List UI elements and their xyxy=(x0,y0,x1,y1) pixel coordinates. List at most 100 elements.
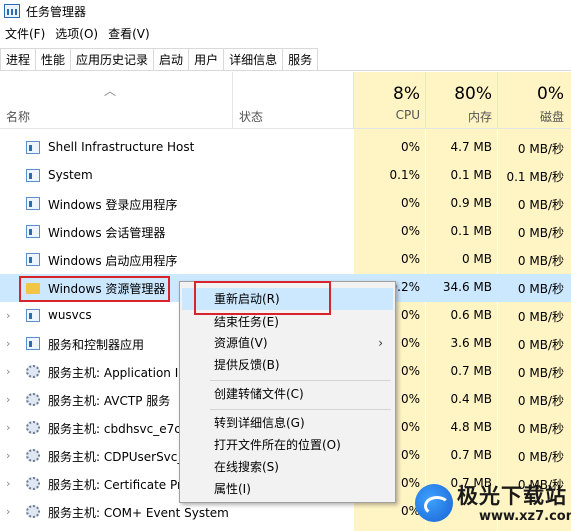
watermark-url: www.xz7.com xyxy=(479,509,571,524)
menu-item-go-to-details[interactable]: 转到详细信息(G) xyxy=(182,412,393,434)
process-memory: 0.6 MB xyxy=(450,308,492,322)
table-row[interactable]: Windows 启动应用程序 0% 0 MB 0 MB/秒 xyxy=(0,246,571,274)
tab-performance[interactable]: 性能 xyxy=(35,48,72,70)
submenu-arrow-icon: › xyxy=(378,336,383,350)
process-name: 服务主机: AVCTP 服务 xyxy=(48,394,171,408)
expand-chevron-icon[interactable]: › xyxy=(6,477,10,490)
window-app-icon xyxy=(26,169,40,182)
window-app-icon xyxy=(26,141,40,154)
process-memory: 0.1 MB xyxy=(450,224,492,238)
expand-chevron-icon[interactable]: › xyxy=(6,449,10,462)
table-row[interactable]: Windows 会话管理器 0% 0.1 MB 0 MB/秒 xyxy=(0,218,571,246)
column-memory[interactable]: 内存 xyxy=(428,108,492,125)
process-disk: 0 MB/秒 xyxy=(517,450,564,464)
process-memory: 0.9 MB xyxy=(450,196,492,210)
expand-chevron-icon[interactable]: › xyxy=(6,365,10,378)
watermark: 极光下载站 www.xz7.com xyxy=(405,474,571,531)
gear-icon xyxy=(26,477,40,490)
process-name: 服务主机: CDPUserSvc_ xyxy=(48,450,184,464)
tab-processes[interactable]: 进程 xyxy=(0,48,37,70)
process-cpu: 0% xyxy=(400,252,420,266)
process-memory: 4.8 MB xyxy=(450,420,492,434)
process-memory: 4.7 MB xyxy=(450,140,492,154)
table-row[interactable]: Windows 登录应用程序 0% 0.9 MB 0 MB/秒 xyxy=(0,190,571,218)
column-divider[interactable] xyxy=(232,72,233,128)
process-name: 服务主机: COM+ Event System xyxy=(48,506,229,520)
menu-file[interactable]: 文件(F) xyxy=(0,24,50,44)
watermark-logo-icon xyxy=(415,484,453,522)
process-cpu: 0% xyxy=(400,140,420,154)
column-name[interactable]: 名称 xyxy=(6,108,30,125)
process-name: Windows 启动应用程序 xyxy=(48,254,178,268)
disk-total: 0% xyxy=(537,84,564,104)
menu-item-search-online[interactable]: 在线搜索(S) xyxy=(182,456,393,478)
expand-chevron-icon[interactable]: › xyxy=(6,309,10,322)
process-name: 服务主机: Certificate Pr xyxy=(48,478,182,492)
column-disk[interactable]: 磁盘 xyxy=(500,108,564,125)
process-memory: 34.6 MB xyxy=(442,280,492,294)
process-memory: 0.1 MB xyxy=(450,168,492,182)
process-name: 服务和控制器应用 xyxy=(48,338,145,352)
process-disk: 0 MB/秒 xyxy=(517,226,564,240)
column-cpu[interactable]: CPU xyxy=(354,108,420,122)
process-name: 服务主机: Application In xyxy=(48,366,186,380)
column-divider[interactable] xyxy=(497,72,498,128)
expand-chevron-icon[interactable]: › xyxy=(6,337,10,350)
highlight-box xyxy=(194,281,331,315)
process-memory: 0.4 MB xyxy=(450,392,492,406)
process-disk: 0 MB/秒 xyxy=(517,142,564,156)
process-name: Windows 登录应用程序 xyxy=(48,198,178,212)
window-title: 任务管理器 xyxy=(26,4,87,19)
watermark-name: 极光下载站 xyxy=(457,484,567,508)
gear-icon xyxy=(26,393,40,406)
process-disk: 0.1 MB/秒 xyxy=(506,170,564,184)
window-app-icon xyxy=(26,253,40,266)
tab-users[interactable]: 用户 xyxy=(188,48,225,70)
process-disk: 0 MB/秒 xyxy=(517,198,564,212)
process-cpu: 0% xyxy=(400,224,420,238)
window-app-icon xyxy=(26,337,40,350)
gear-icon xyxy=(26,449,40,462)
process-memory: 3.6 MB xyxy=(450,336,492,350)
menu-options[interactable]: 选项(O) xyxy=(50,24,103,44)
menu-item-feedback[interactable]: 提供反馈(B) xyxy=(182,354,393,376)
process-disk: 0 MB/秒 xyxy=(517,310,564,324)
expand-chevron-icon[interactable]: › xyxy=(6,393,10,406)
memory-total: 80% xyxy=(454,84,492,104)
gear-icon xyxy=(26,365,40,378)
column-header: ︿ 名称 状态 8% CPU 80% 内存 0% 磁盘 xyxy=(0,72,571,129)
window-app-icon xyxy=(26,197,40,210)
cpu-total: 8% xyxy=(393,84,420,104)
process-disk: 0 MB/秒 xyxy=(517,254,564,268)
window-app-icon xyxy=(26,309,40,322)
menu-item-open-file-location[interactable]: 打开文件所在的位置(O) xyxy=(182,434,393,456)
tab-startup[interactable]: 启动 xyxy=(153,48,190,70)
expand-chevron-icon[interactable]: › xyxy=(6,505,10,518)
process-name: Windows 会话管理器 xyxy=(48,226,166,240)
process-name: System xyxy=(48,168,93,182)
process-disk: 0 MB/秒 xyxy=(517,282,564,296)
tab-app-history[interactable]: 应用历史记录 xyxy=(70,48,155,70)
menu-item-resource-values[interactable]: 资源值(V) › xyxy=(182,332,393,354)
window-app-icon xyxy=(26,225,40,238)
menu-view[interactable]: 查看(V) xyxy=(103,24,155,44)
column-divider[interactable] xyxy=(425,72,426,128)
process-name: Shell Infrastructure Host xyxy=(48,140,195,154)
menu-separator xyxy=(210,380,391,381)
tab-details[interactable]: 详细信息 xyxy=(223,48,284,70)
expand-chevron-icon[interactable]: › xyxy=(6,421,10,434)
menu-item-properties[interactable]: 属性(I) xyxy=(182,478,393,500)
table-row[interactable]: Shell Infrastructure Host 0% 4.7 MB 0 MB… xyxy=(0,134,571,162)
process-disk: 0 MB/秒 xyxy=(517,394,564,408)
highlight-box xyxy=(19,276,170,302)
menu-item-create-dump[interactable]: 创建转储文件(C) xyxy=(182,383,393,405)
table-row[interactable]: System 0.1% 0.1 MB 0.1 MB/秒 xyxy=(0,162,571,190)
process-memory: 0.7 MB xyxy=(450,364,492,378)
tab-strip: 进程 性能 应用历史记录 启动 用户 详细信息 服务 xyxy=(0,48,571,71)
menu-separator xyxy=(210,409,391,410)
column-status[interactable]: 状态 xyxy=(239,108,263,125)
process-disk: 0 MB/秒 xyxy=(517,366,564,380)
menu-item-label: 资源值(V) xyxy=(214,336,268,350)
sort-arrow-icon: ︿ xyxy=(104,84,117,98)
tab-services[interactable]: 服务 xyxy=(282,48,319,70)
